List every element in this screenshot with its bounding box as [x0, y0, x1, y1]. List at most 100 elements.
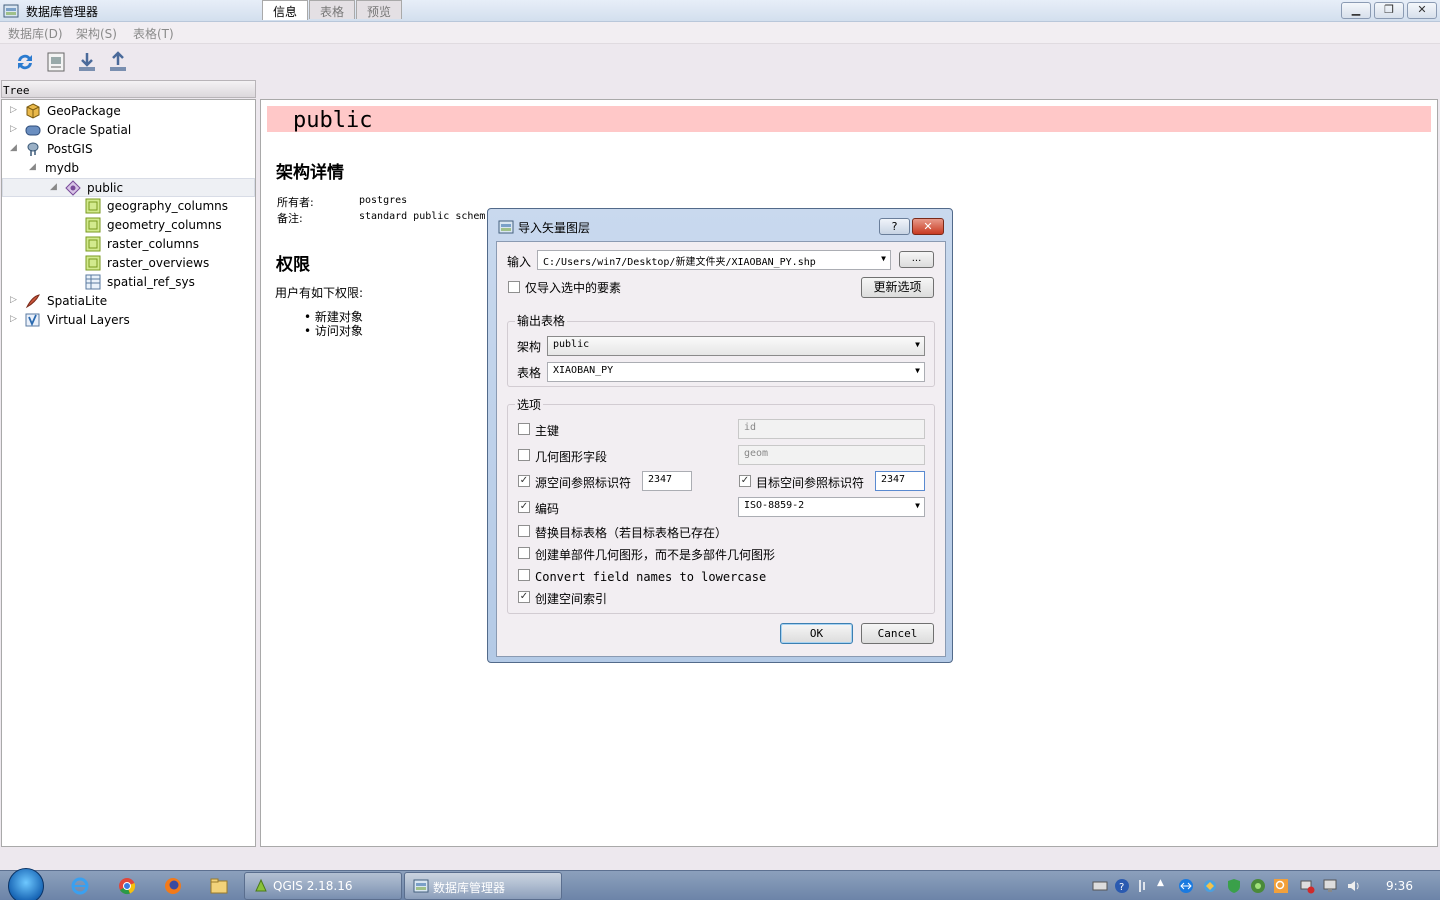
source-srid-input[interactable]: 2347 [642, 471, 692, 491]
dropdown-arrow-icon: ▼ [915, 340, 920, 349]
source-srid-label: 源空间参照标识符 [535, 476, 632, 490]
import-layer-icon[interactable] [75, 50, 99, 74]
geopackage-icon [26, 103, 40, 119]
volume-icon[interactable] [1346, 878, 1362, 894]
dialog-body: 输入 C:/Users/win7/Desktop/新建文件夹/XIAOBAN_P… [496, 241, 946, 657]
replace-table-checkbox[interactable] [518, 525, 530, 537]
tree-item-spatial-ref-sys[interactable]: spatial_ref_sys [2, 273, 255, 292]
tree-item-public[interactable]: ◢ public [2, 178, 255, 197]
spatial-index-checkbox[interactable]: ✓ [518, 591, 530, 603]
wifi-manager-icon[interactable] [1250, 878, 1266, 894]
tree-item-oracle-spatial[interactable]: ▷ Oracle Spatial [2, 121, 255, 140]
spatialite-feather-icon [25, 294, 40, 309]
primary-key-field[interactable]: id [738, 419, 925, 439]
close-window-button[interactable]: ✕ [1407, 2, 1437, 19]
svg-text:?: ? [1119, 882, 1124, 893]
title-bar: 数据库管理器 ▁ ❐ ✕ [0, 0, 1440, 22]
expand-arrow-icon[interactable]: ▷ [10, 295, 17, 305]
minimize-button[interactable]: ▁ [1341, 2, 1371, 19]
table-icon [85, 236, 101, 252]
pen-icon[interactable] [1136, 878, 1152, 894]
tree-item-postgis[interactable]: ◢ PostGIS [2, 140, 255, 159]
firefox-icon[interactable] [163, 876, 183, 896]
restore-button[interactable]: ❐ [1374, 2, 1404, 19]
geometry-field-checkbox[interactable] [518, 449, 530, 461]
sql-window-icon[interactable] [44, 50, 68, 74]
security-shield-icon[interactable] [1226, 878, 1242, 894]
tree-item-mydb[interactable]: ◢ mydb [2, 159, 255, 178]
clock[interactable]: 9:36 [1386, 879, 1413, 893]
single-part-checkbox[interactable] [518, 547, 530, 559]
collapse-arrow-icon[interactable]: ◢ [29, 162, 36, 172]
oracle-icon [25, 125, 41, 136]
encoding-select[interactable]: ISO-8859-2 ▼ [738, 497, 925, 517]
collapse-arrow-icon[interactable]: ◢ [10, 143, 17, 153]
primary-key-checkbox[interactable] [518, 423, 530, 435]
internet-explorer-icon[interactable] [70, 876, 90, 896]
details-heading: 架构详情 [276, 163, 344, 183]
target-srid-input[interactable]: 2347 [875, 471, 925, 491]
tree-item-geography-columns[interactable]: geography_columns [2, 197, 255, 216]
collapse-arrow-icon[interactable]: ◢ [50, 182, 57, 192]
toolbar [0, 45, 1440, 78]
tab-preview[interactable]: 预览 [356, 0, 402, 19]
database-manager-icon [3, 4, 19, 18]
options-group-label: 选项 [515, 396, 544, 413]
menu-database[interactable]: 数据库(D) [8, 25, 63, 42]
taskbar: QGIS 2.18.16 数据库管理器 ? ▲ 9:36 [0, 868, 1440, 900]
virtual-layers-icon [25, 313, 40, 327]
ok-button[interactable]: OK [780, 623, 853, 644]
tab-info[interactable]: 信息 [262, 0, 308, 20]
network-icon[interactable] [1322, 878, 1338, 894]
keyboard-icon[interactable] [1092, 878, 1108, 894]
table-combo[interactable]: XIAOBAN_PY ▼ [547, 362, 925, 382]
expand-arrow-icon[interactable]: ▷ [10, 124, 17, 134]
output-group-label: 输出表格 [515, 312, 568, 329]
expand-arrow-icon[interactable]: ▷ [10, 105, 17, 115]
menu-table[interactable]: 表格(T) [133, 25, 174, 42]
file-explorer-icon[interactable] [209, 876, 229, 896]
table-label: 表格 [517, 366, 542, 380]
dropdown-arrow-icon: ▼ [915, 501, 920, 510]
task-database-manager[interactable]: 数据库管理器 [404, 872, 562, 900]
tree-item-geopackage[interactable]: ▷ GeoPackage [2, 102, 255, 121]
chrome-icon[interactable] [117, 876, 137, 896]
tree-item-spatialite[interactable]: ▷ SpatiaLite [2, 292, 255, 311]
network-share-icon[interactable] [1202, 878, 1218, 894]
start-button[interactable] [8, 868, 44, 900]
input-combo[interactable]: C:/Users/win7/Desktop/新建文件夹/XIAOBAN_PY.s… [537, 250, 891, 270]
selected-only-checkbox[interactable] [508, 281, 520, 293]
source-srid-checkbox[interactable]: ✓ [518, 475, 530, 487]
tree-item-geometry-columns[interactable]: geometry_columns [2, 216, 255, 235]
dialog-title: 导入矢量图层 [518, 221, 591, 235]
dropdown-arrow-icon: ▼ [915, 366, 920, 375]
target-srid-label: 目标空间参照标识符 [756, 476, 865, 490]
schema-select[interactable]: public ▼ [547, 336, 925, 356]
tab-table[interactable]: 表格 [309, 0, 355, 19]
expand-arrow-icon[interactable]: ▷ [10, 314, 17, 324]
update-options-button[interactable]: 更新选项 [861, 277, 934, 298]
menu-bar: 数据库(D) 架构(S) 表格(T) [0, 22, 1440, 44]
tree-item-raster-columns[interactable]: raster_columns [2, 235, 255, 254]
help-button[interactable]: ? [879, 218, 910, 235]
dialog-close-button[interactable]: ✕ [912, 218, 944, 235]
privileges-heading: 权限 [276, 255, 310, 275]
tree-header: Tree [1, 80, 256, 98]
geometry-field-input[interactable]: geom [738, 445, 925, 465]
help-icon[interactable]: ? [1114, 878, 1130, 894]
network-error-icon[interactable] [1299, 878, 1315, 894]
browse-button[interactable]: ... [899, 251, 934, 268]
export-layer-icon[interactable] [106, 50, 130, 74]
menu-schema[interactable]: 架构(S) [76, 25, 117, 42]
target-srid-checkbox[interactable]: ✓ [739, 475, 751, 487]
lowercase-checkbox[interactable] [518, 569, 530, 581]
tree-item-virtual-layers[interactable]: ▷ Virtual Layers [2, 311, 255, 330]
refresh-icon[interactable] [13, 50, 37, 74]
show-hidden-icons-icon[interactable]: ▲ [1157, 878, 1173, 894]
teamviewer-icon[interactable] [1178, 878, 1194, 894]
encoding-checkbox[interactable]: ✓ [518, 501, 530, 513]
cancel-button[interactable]: Cancel [861, 623, 934, 644]
task-qgis[interactable]: QGIS 2.18.16 [244, 872, 402, 900]
search-tool-icon[interactable] [1273, 878, 1289, 894]
tree-item-raster-overviews[interactable]: raster_overviews [2, 254, 255, 273]
